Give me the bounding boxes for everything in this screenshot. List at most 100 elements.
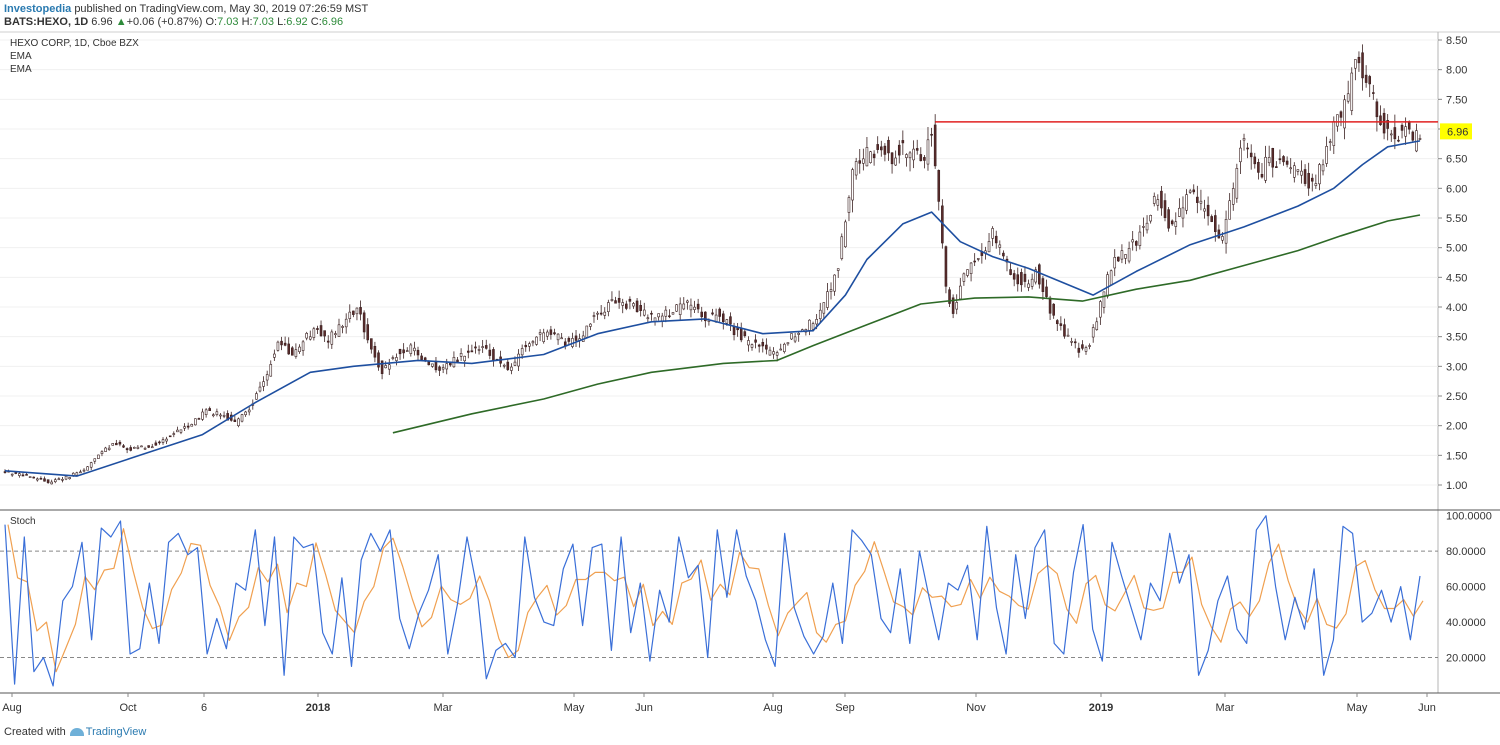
y-tick-label: 2.00 [1446, 421, 1467, 433]
candle-body [107, 447, 111, 450]
candle-body [111, 443, 115, 446]
candle-body [621, 302, 625, 306]
candle-body [994, 235, 998, 244]
candle-body [97, 454, 100, 459]
candle-body [1357, 56, 1361, 64]
candle-body [1066, 334, 1070, 337]
candle-body [14, 472, 18, 474]
candle-body [402, 349, 405, 354]
candle-body [610, 299, 614, 301]
candle-body [492, 349, 495, 361]
x-tick-label: May [564, 702, 585, 714]
candle-body [1350, 72, 1354, 111]
candle-body [976, 258, 980, 260]
candle-body [431, 363, 434, 367]
candle-body [140, 445, 143, 448]
candle-body [186, 425, 190, 428]
x-tick-label: 6 [201, 702, 207, 714]
candle-body [747, 340, 750, 346]
candle-body [1091, 327, 1095, 338]
candle-body [165, 438, 168, 442]
price-chart[interactable]: 8.508.007.507.006.506.005.505.004.504.00… [0, 0, 1500, 745]
candle-body [362, 312, 366, 333]
candle-body [761, 341, 765, 347]
candle-body [639, 304, 642, 311]
candle-body [969, 262, 973, 274]
candle-body [930, 133, 933, 136]
candle-body [28, 476, 32, 478]
candle-body [905, 154, 908, 158]
candle-body [786, 342, 790, 345]
candle-body [675, 304, 678, 312]
candle-body [147, 445, 150, 448]
candle-body [1221, 236, 1224, 241]
candle-body [32, 476, 36, 479]
candle-body [542, 332, 545, 342]
time-axis[interactable]: Aug Oct 6 2018 Mar May Jun Aug Sep Nov 2019 Mar May J… [2, 693, 1436, 714]
candle-body [344, 318, 348, 328]
candle-body [1095, 321, 1099, 330]
candle-body [323, 330, 326, 337]
candle-body [334, 333, 337, 336]
candle-body [1178, 207, 1181, 217]
candle-body [172, 433, 176, 435]
candle-body [373, 345, 377, 358]
candle-body [1217, 229, 1221, 239]
candle-body [517, 353, 520, 367]
candle-body [754, 339, 757, 343]
candle-body [862, 158, 865, 164]
candle-body [1117, 256, 1120, 262]
candle-body [933, 124, 937, 167]
candle-body [398, 348, 402, 355]
candle-body [768, 349, 772, 356]
candle-body [1336, 114, 1339, 127]
candle-body [190, 424, 194, 427]
candle-body [1023, 273, 1027, 282]
candle-body [1400, 124, 1404, 131]
candle-body [301, 341, 305, 351]
candle-body [725, 319, 729, 324]
candle-body [1321, 164, 1325, 172]
x-tick-label: Aug [2, 702, 22, 714]
y-tick-label: 4.50 [1446, 272, 1467, 284]
candle-body [1185, 194, 1188, 211]
candle-body [1411, 131, 1415, 141]
candle-body [915, 148, 919, 151]
footer-brand[interactable]: TradingView [86, 726, 147, 738]
candle-body [316, 328, 319, 330]
candle-body [1131, 239, 1134, 243]
candle-body [1106, 274, 1109, 297]
price-axis[interactable]: 8.508.007.507.006.506.005.505.004.504.00… [1438, 35, 1472, 492]
candle-body [1314, 183, 1318, 186]
x-tick-label: Jun [635, 702, 653, 714]
candle-body [1260, 174, 1264, 178]
stoch-tick-label: 100.0000 [1446, 511, 1492, 523]
candle-body [966, 269, 969, 276]
candle-body [1354, 59, 1357, 69]
candle-body [696, 303, 700, 310]
candle-body [592, 315, 596, 317]
candle-body [883, 145, 887, 155]
candle-body [420, 355, 423, 360]
candle-body [1364, 74, 1368, 83]
candle-body [574, 335, 578, 341]
y-tick-label: 4.00 [1446, 302, 1467, 314]
candle-body [678, 303, 682, 315]
candle-body [851, 169, 854, 201]
stoch-tick-label: 60.0000 [1446, 582, 1486, 594]
candle-body [1249, 152, 1253, 158]
candle-body [43, 478, 46, 482]
candle-body [459, 353, 463, 357]
candle-body [255, 393, 258, 400]
candle-body [937, 170, 941, 202]
candle-body [427, 361, 431, 366]
candle-body [1196, 196, 1199, 203]
candle-body [337, 324, 341, 337]
candle-body [445, 363, 449, 370]
candle-body [1048, 297, 1052, 314]
candle-body [115, 442, 118, 446]
candle-body [808, 319, 811, 331]
candle-body [962, 273, 966, 282]
candle-body [154, 442, 158, 446]
candle-body [585, 325, 589, 338]
